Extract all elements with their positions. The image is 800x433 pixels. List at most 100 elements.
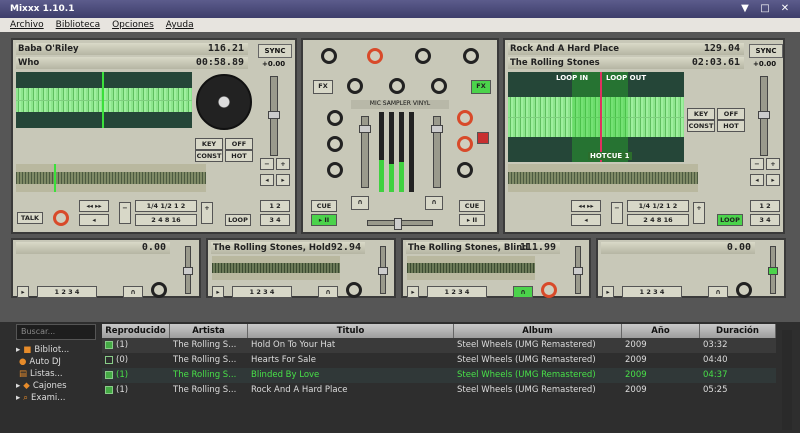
sampler-3-play-button[interactable]: ▸ bbox=[407, 286, 419, 298]
deck-2-pitch-slider[interactable] bbox=[758, 76, 770, 156]
deck-1-talk-button[interactable]: TALK bbox=[17, 212, 43, 224]
ch1-play-button[interactable]: ▸ II bbox=[311, 214, 337, 226]
tree-item-listas[interactable]: ▤ Listas... bbox=[16, 368, 96, 380]
tree-item-autodj[interactable]: ● Auto DJ bbox=[16, 356, 96, 368]
ch2-high-knob[interactable] bbox=[463, 48, 479, 64]
deck-1-pitch-plus-button[interactable]: + bbox=[276, 158, 290, 170]
deck-2-const-button[interactable]: CONST bbox=[687, 120, 715, 132]
sampler-3-headphone-button[interactable]: ∩ bbox=[513, 286, 533, 298]
master-knob[interactable] bbox=[389, 78, 405, 94]
col-title[interactable]: Titulo bbox=[248, 324, 454, 338]
deck-1-minus-button[interactable]: − bbox=[119, 202, 131, 224]
sampler-1-headphone-button[interactable]: ∩ bbox=[123, 286, 143, 298]
deck-1-rewind-button[interactable]: ◂◂ ▸▸ bbox=[79, 200, 109, 212]
ch1-mid-knob[interactable] bbox=[367, 48, 383, 64]
ch2-play-button[interactable]: ▸ II bbox=[459, 214, 485, 226]
deck-2-nudge-left-button[interactable]: ◂ bbox=[750, 174, 764, 186]
deck-1-off-button[interactable]: OFF bbox=[225, 138, 253, 150]
ch1-filter-knob[interactable] bbox=[327, 110, 343, 126]
played-checkbox[interactable] bbox=[105, 355, 113, 364]
deck-1-key-button[interactable]: KEY bbox=[195, 138, 223, 150]
menu-opciones[interactable]: Opciones bbox=[112, 20, 154, 30]
deck-1-const-button[interactable]: CONST bbox=[195, 150, 223, 162]
deck-2-off-button[interactable]: OFF bbox=[717, 108, 745, 120]
deck-1-overview[interactable] bbox=[16, 164, 206, 192]
ch2-volume-slider[interactable] bbox=[431, 116, 443, 188]
table-row[interactable]: (0) The Rolling S... Hearts For Sale Steel … bbox=[102, 353, 776, 368]
crossfader[interactable] bbox=[367, 218, 433, 230]
deck-2-rewind-button[interactable]: ◂◂ ▸▸ bbox=[571, 200, 601, 212]
sampler-3-waveform[interactable] bbox=[407, 256, 535, 280]
deck-1-loop-button[interactable]: LOOP bbox=[225, 214, 251, 226]
tree-item-cajones[interactable]: ▸ ◆ Cajones bbox=[16, 380, 96, 392]
mixer-cue-right-button[interactable]: CUE bbox=[459, 200, 485, 212]
deck-2-pitch-minus-button[interactable]: − bbox=[750, 158, 764, 170]
ch1-pregain-knob[interactable] bbox=[327, 162, 343, 178]
menu-archivo[interactable]: Archivo bbox=[10, 20, 44, 30]
col-album[interactable]: Album bbox=[454, 324, 622, 338]
sampler-4-volume-slider[interactable] bbox=[768, 246, 778, 294]
deck-2-cue-numbers-top[interactable]: 1 2 bbox=[750, 200, 780, 212]
deck-2-plus-button[interactable]: + bbox=[693, 202, 705, 224]
sampler-1-hotcues[interactable]: 1 2 3 4 bbox=[37, 286, 97, 298]
deck-1-plus-button[interactable]: + bbox=[201, 202, 213, 224]
deck-2-hotcues[interactable]: 2 4 8 16 bbox=[627, 214, 689, 226]
mixer-cue-left-button[interactable]: CUE bbox=[311, 200, 337, 212]
sampler-2-waveform[interactable] bbox=[212, 256, 340, 280]
played-checkbox[interactable] bbox=[105, 340, 113, 349]
menu-ayuda[interactable]: Ayuda bbox=[166, 20, 194, 30]
ch1-high-knob[interactable] bbox=[321, 48, 337, 64]
deck-1-pitch-minus-button[interactable]: − bbox=[260, 158, 274, 170]
deck-1-hotcues[interactable]: 2 4 8 16 bbox=[135, 214, 197, 226]
sampler-1-gain-knob[interactable] bbox=[151, 282, 167, 298]
col-artist[interactable]: Artista bbox=[170, 324, 248, 338]
col-duration[interactable]: Duración bbox=[700, 324, 776, 338]
deck-2-key-button[interactable]: KEY bbox=[687, 108, 715, 120]
deck-2-overview[interactable] bbox=[508, 164, 698, 192]
deck-2-hot-button[interactable]: HOT bbox=[717, 120, 745, 132]
close-icon[interactable]: ✕ bbox=[778, 2, 792, 15]
deck-2-sync-button[interactable]: SYNC bbox=[749, 44, 783, 58]
menu-biblioteca[interactable]: Biblioteca bbox=[56, 20, 100, 30]
deck-1-nudge-left-button[interactable]: ◂ bbox=[260, 174, 274, 186]
sampler-2-headphone-button[interactable]: ∩ bbox=[318, 286, 338, 298]
deck-2-minus-button[interactable]: − bbox=[611, 202, 623, 224]
col-played[interactable]: Reproducido bbox=[102, 324, 170, 338]
mixer-fx-left-button[interactable]: FX bbox=[313, 80, 333, 94]
sampler-2-volume-slider[interactable] bbox=[378, 246, 388, 294]
deck-1-vinyl-icon[interactable] bbox=[196, 74, 252, 130]
deck-1-cue-numbers-bottom[interactable]: 3 4 bbox=[260, 214, 290, 226]
table-row[interactable]: (1) The Rolling S... Hold On To Your Hat St… bbox=[102, 338, 776, 353]
ch2-eq-knob[interactable] bbox=[457, 136, 473, 152]
deck-2-play-button[interactable]: ◂ bbox=[571, 214, 601, 226]
library-search-input[interactable]: Buscar... bbox=[16, 324, 96, 340]
ch1-volume-slider[interactable] bbox=[359, 116, 371, 188]
deck-2-pitch-plus-button[interactable]: + bbox=[766, 158, 780, 170]
tree-item-examinar[interactable]: ▸ ⌕ Exami... bbox=[16, 392, 96, 404]
sampler-4-headphone-button[interactable]: ∩ bbox=[708, 286, 728, 298]
sampler-3-volume-slider[interactable] bbox=[573, 246, 583, 294]
ch1-headphone-button[interactable]: ∩ bbox=[351, 196, 369, 210]
sampler-1-play-button[interactable]: ▸ bbox=[17, 286, 29, 298]
maximize-icon[interactable]: □ bbox=[758, 2, 772, 15]
deck-2-cue-numbers-bottom[interactable]: 3 4 bbox=[750, 214, 780, 226]
deck-1-waveform[interactable] bbox=[16, 72, 192, 128]
mixer-fx-right-button[interactable]: FX bbox=[471, 80, 491, 94]
ch2-mid-knob[interactable] bbox=[415, 48, 431, 64]
deck-2-loop-sizes[interactable]: 1/4 1/2 1 2 bbox=[627, 200, 689, 212]
sampler-2-gain-knob[interactable] bbox=[346, 282, 362, 298]
tree-item-biblioteca[interactable]: ▸ ■ Bibliot... bbox=[16, 344, 96, 356]
sampler-1-volume-slider[interactable] bbox=[183, 246, 193, 294]
sampler-3-hotcues[interactable]: 1 2 3 4 bbox=[427, 286, 487, 298]
sampler-2-play-button[interactable]: ▸ bbox=[212, 286, 224, 298]
deck-1-cue-numbers-top[interactable]: 1 2 bbox=[260, 200, 290, 212]
library-scrollbar[interactable] bbox=[782, 330, 792, 430]
ch1-low-knob[interactable] bbox=[347, 78, 363, 94]
deck-2-loop-button[interactable]: LOOP bbox=[717, 214, 743, 226]
deck-2-waveform[interactable]: LOOP IN LOOP OUT HOTCUE 1 bbox=[508, 72, 684, 162]
deck-1-hot-button[interactable]: HOT bbox=[225, 150, 253, 162]
ch2-headphone-button[interactable]: ∩ bbox=[425, 196, 443, 210]
sampler-4-hotcues[interactable]: 1 2 3 4 bbox=[622, 286, 682, 298]
ch1-eq-knob[interactable] bbox=[327, 136, 343, 152]
deck-1-loop-sizes[interactable]: 1/4 1/2 1 2 bbox=[135, 200, 197, 212]
